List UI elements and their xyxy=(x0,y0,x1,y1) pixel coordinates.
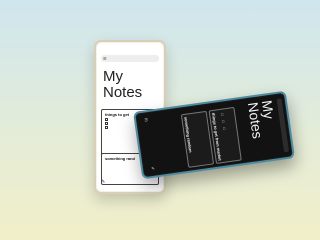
title-line-1: My xyxy=(103,68,123,85)
new-note-icon[interactable]: ✎ xyxy=(101,179,105,185)
scene: ☰ My Notes things to get something rand … xyxy=(0,0,320,240)
checkbox-icon[interactable]: ☐ xyxy=(220,112,225,117)
note-card-checklist[interactable]: things to get from market ☐ ☐ ☐ xyxy=(208,106,242,164)
checkbox-icon[interactable] xyxy=(105,126,108,129)
title-line-2: Notes xyxy=(103,84,143,101)
search-bar[interactable]: ☰ xyxy=(101,55,159,62)
new-note-icon[interactable]: ✎ xyxy=(151,166,155,171)
checkbox-icon[interactable]: ☐ xyxy=(222,126,227,131)
page-title: My Notes xyxy=(103,69,142,101)
checklist[interactable]: ☐ ☐ ☐ xyxy=(220,112,227,132)
menu-icon[interactable]: ☰ xyxy=(103,56,107,61)
checkbox-icon[interactable]: ☐ xyxy=(221,119,226,124)
note-card-title: something random xyxy=(183,116,194,153)
checkbox-icon[interactable] xyxy=(105,122,108,125)
checkbox-icon[interactable] xyxy=(105,118,108,121)
page-title: My Notes xyxy=(245,99,282,160)
menu-icon[interactable]: ☰ xyxy=(144,117,148,122)
dark-side-toolbar: ☰ ✎ xyxy=(141,117,158,172)
